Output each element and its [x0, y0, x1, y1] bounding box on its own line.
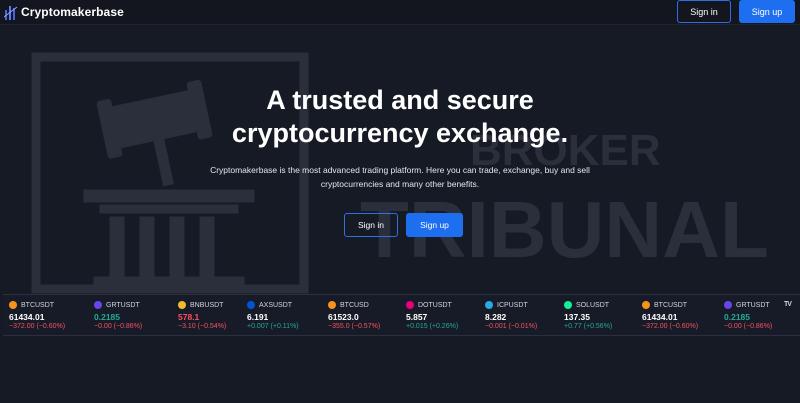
brand-logo[interactable]: Cryptomakerbase — [4, 3, 124, 21]
top-navbar: Cryptomakerbase Sign in Sign up — [0, 0, 800, 25]
ticker-price: 0.2185 — [724, 312, 750, 322]
nav-signup-button[interactable]: Sign up — [739, 0, 795, 23]
ticker-symbol-row: ICPUSDT — [485, 300, 528, 310]
ticker-change: −372.00 (−0.60%) — [9, 323, 66, 330]
hero-signup-button[interactable]: Sign up — [406, 213, 463, 237]
ticker-price: 61523.0 — [328, 312, 359, 322]
ticker-symbol-row: BNBUSDT — [178, 300, 223, 310]
ticker-symbol-row: GRTUSDT — [94, 300, 140, 310]
ticker-symbol-row: SOLUSDT — [564, 300, 609, 310]
ticker-symbol: BTCUSDT — [654, 301, 688, 309]
hero-title-line-2: cryptocurrency exchange. — [231, 118, 569, 148]
ticker-price: 5.857 — [406, 312, 428, 322]
ticker-price: 6.191 — [247, 312, 269, 322]
ticker-symbol-row: BTCUSDT — [9, 300, 54, 310]
coin-icon — [94, 301, 102, 309]
coin-icon — [485, 301, 493, 309]
coin-icon — [328, 301, 336, 309]
coin-icon — [406, 301, 414, 309]
ticker-symbol-row: BTCUSDT — [642, 300, 687, 310]
ticker-change: −0.001 (−0.01%) — [485, 323, 538, 330]
ticker-change: −3.10 (−0.54%) — [178, 323, 227, 330]
hero-description-line-1: Cryptomakerbase is the most advanced tra… — [210, 165, 590, 175]
ticker-change: +0.77 (+0.56%) — [564, 323, 613, 330]
coin-icon — [9, 301, 17, 309]
ticker-change: −372.00 (−0.60%) — [642, 323, 699, 330]
hero-signin-button[interactable]: Sign in — [344, 213, 398, 237]
ticker-change: −0.00 (−0.86%) — [94, 323, 143, 330]
ticker-change: −0.00 (−0.86%) — [724, 323, 773, 330]
hero-description: Cryptomakerbase is the most advanced tra… — [190, 163, 610, 191]
broker-tribunal-watermark: BROKER TRIBUNAL — [31, 52, 769, 294]
ticker-price: 0.2185 — [94, 312, 120, 322]
ticker-price: 61434.01 — [9, 312, 45, 322]
ticker-change: +0.015 (+0.26%) — [406, 323, 459, 330]
ticker-symbol: BTCUSDT — [21, 301, 55, 309]
ticker-tape: BTCUSDT 61434.01 −372.00 (−0.60%) GRTUSDT 0.… — [3, 294, 800, 336]
ticker-price: 8.282 — [485, 312, 507, 322]
brand-name: Cryptomakerbase — [21, 5, 124, 19]
ticker-price: 61434.01 — [642, 312, 678, 322]
ticker-change: +0.007 (+0.11%) — [247, 323, 299, 330]
coin-icon — [178, 301, 186, 309]
coin-icon — [247, 301, 255, 309]
nav-signin-button[interactable]: Sign in — [677, 0, 731, 23]
coin-icon — [642, 301, 650, 309]
tradingview-logo-icon[interactable]: TV — [784, 301, 797, 310]
ticker-symbol-row: AXSUSDT — [247, 300, 292, 310]
hero-title: A trusted and secure cryptocurrency exch… — [0, 84, 800, 150]
ticker-symbol: GRTUSDT — [736, 301, 770, 309]
coin-icon — [724, 301, 732, 309]
bar-chart-logo-icon — [4, 6, 18, 20]
ticker-symbol-row: GRTUSDT — [724, 300, 770, 310]
ticker-symbol: SOLUSDT — [576, 301, 610, 309]
hero-title-line-1: A trusted and secure — [266, 85, 534, 115]
ticker-symbol-row: DOTUSDT — [406, 300, 452, 310]
ticker-symbol-row: BTCUSD — [328, 300, 369, 310]
ticker-symbol: ICPUSDT — [497, 301, 528, 309]
ticker-symbol: AXSUSDT — [259, 301, 293, 309]
ticker-symbol: GRTUSDT — [106, 301, 140, 309]
ticker-symbol: DOTUSDT — [418, 301, 452, 309]
ticker-symbol: BNBUSDT — [190, 301, 224, 309]
ticker-change: −355.0 (−0.57%) — [328, 323, 381, 330]
coin-icon — [564, 301, 572, 309]
hero-description-line-2: cryptocurrencies and many other benefits… — [320, 179, 480, 189]
ticker-symbol: BTCUSD — [340, 301, 369, 309]
ticker-price: 578.1 — [178, 312, 200, 322]
ticker-price: 137.35 — [564, 312, 590, 322]
